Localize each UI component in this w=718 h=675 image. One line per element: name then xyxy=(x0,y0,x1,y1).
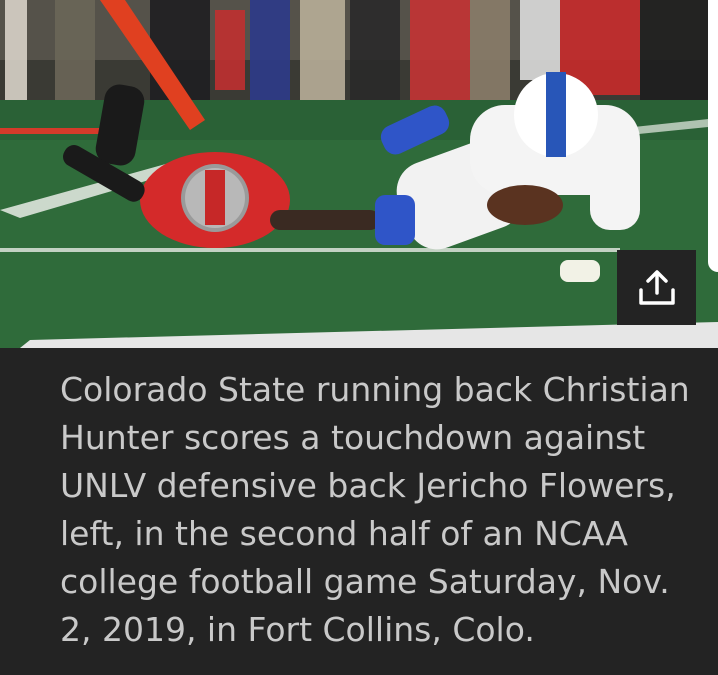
share-icon xyxy=(638,269,675,305)
share-button[interactable] xyxy=(617,250,696,325)
photo-caption: Colorado State running back Christian Hu… xyxy=(60,370,690,649)
football-photo xyxy=(0,0,718,348)
adjacent-card-edge[interactable] xyxy=(708,0,718,272)
news-photo xyxy=(0,0,718,348)
